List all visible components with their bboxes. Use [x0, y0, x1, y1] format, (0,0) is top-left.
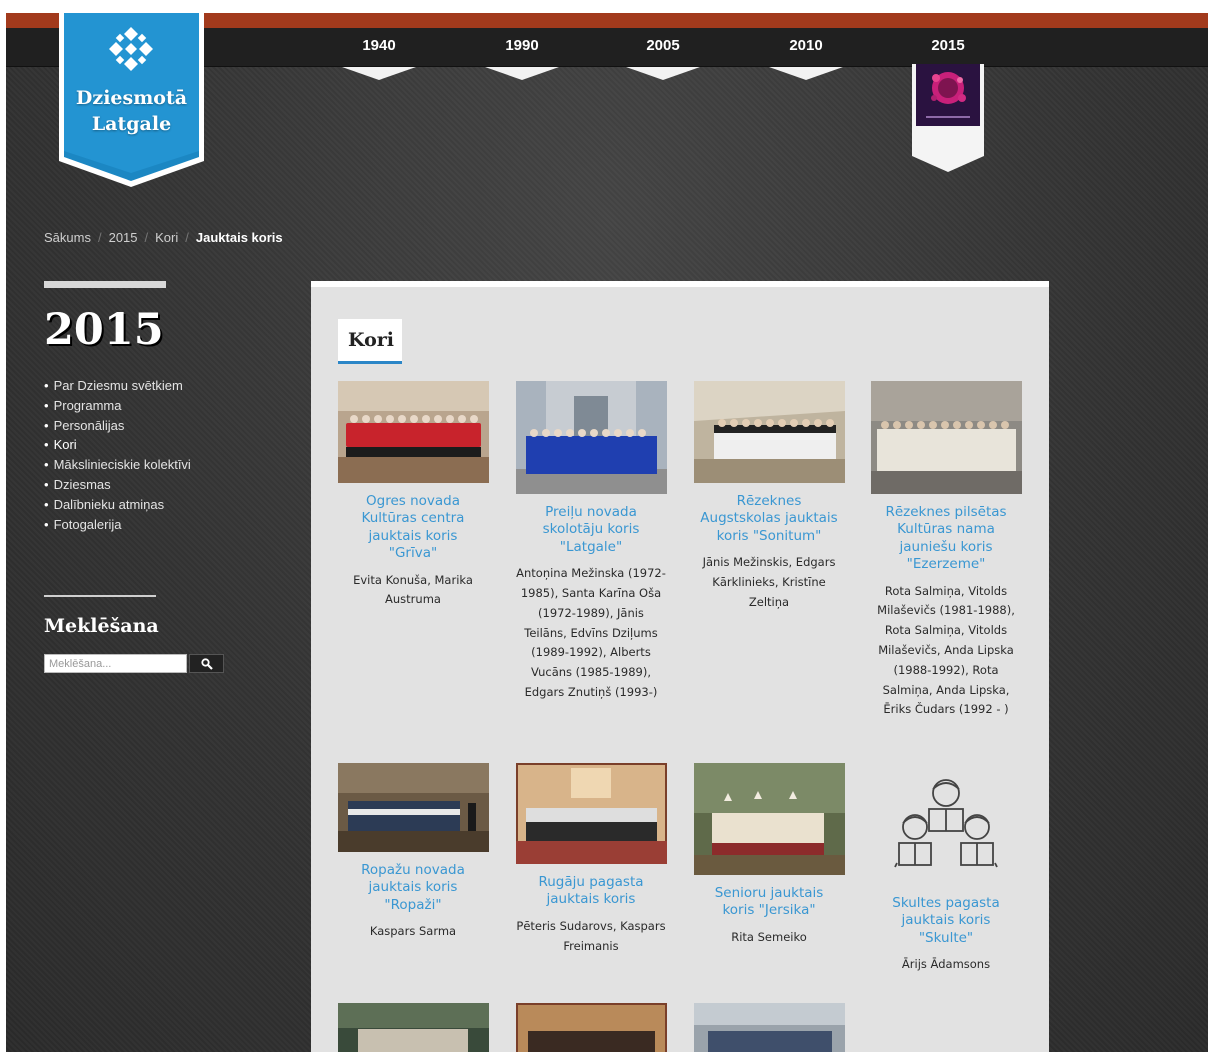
search-title: Meklēšana [44, 615, 159, 637]
choir-photo-church[interactable] [515, 763, 667, 864]
choir-title[interactable]: Rēzeknes Augstskolas jauktais koris "Son… [692, 493, 846, 545]
breadcrumb-separator: / [97, 230, 102, 245]
sidebar-item-dziesmas[interactable]: Dziesmas [44, 475, 191, 495]
choir-conductors: Evita Konuša, Marika Austruma [353, 572, 473, 607]
choir-card[interactable]: Preiļu novada skolotāju koris "Latgale" … [514, 381, 668, 703]
year-flag-icon [485, 67, 559, 80]
choir-photo-hall[interactable] [693, 381, 845, 483]
choir-card[interactable]: Skultes pagasta jauktais koris "Skulte" … [869, 763, 1023, 975]
year-label[interactable]: 2005 [623, 37, 703, 54]
choir-card[interactable] [692, 1003, 846, 1052]
choir-card[interactable] [514, 1003, 668, 1052]
breadcrumb-link-home[interactable]: Sākums [44, 230, 91, 245]
sidebar-item-programma[interactable]: Programma [44, 396, 191, 416]
year-label[interactable]: 1990 [482, 37, 562, 54]
choir-card[interactable]: Senioru jauktais koris "Jersika" Rita Se… [692, 763, 846, 948]
sidebar-item-kori[interactable]: Kori [44, 435, 191, 455]
year-flag-icon [342, 67, 416, 80]
logo-title-line2: Latgale [91, 113, 172, 135]
year-label[interactable]: 2010 [766, 37, 846, 54]
choir-title[interactable]: Ropažu novada jauktais koris "Ropaži" [336, 862, 490, 914]
choir-conductors: Kaspars Sarma [369, 924, 457, 939]
year-flag-icon [769, 67, 843, 80]
page-title: Kori [338, 319, 402, 364]
year-link-2010[interactable]: 2010 [766, 37, 846, 80]
sidebar-menu: Par Dziesmu svētkiem Programma Personāli… [44, 376, 191, 534]
year-link-1940[interactable]: 1940 [339, 37, 419, 80]
choir-title[interactable]: Preiļu novada skolotāju koris "Latgale" [514, 504, 668, 556]
choir-card[interactable]: Rēzeknes pilsētas Kultūras nama jauniešu… [869, 381, 1023, 720]
choir-placeholder-icon[interactable] [870, 763, 1022, 885]
breadcrumb-current: Jauktais koris [195, 230, 283, 245]
breadcrumb-separator: / [185, 230, 189, 245]
choir-photo-row3-2[interactable] [515, 1003, 667, 1052]
choir-conductors: Rita Semeiko [731, 929, 807, 944]
sidebar-item-personalijas[interactable]: Personālijas [44, 416, 191, 436]
search-button[interactable] [189, 654, 224, 673]
choir-photo-folk[interactable] [870, 381, 1022, 494]
choir-photo-row3-1[interactable] [337, 1003, 489, 1052]
year-link-1990[interactable]: 1990 [482, 37, 562, 80]
year-link-2015-active[interactable]: 2015 [908, 37, 988, 172]
breadcrumb-link-kori[interactable]: Kori [155, 230, 178, 245]
choir-card[interactable]: Rugāju pagasta jauktais koris Pēteris Su… [514, 763, 668, 956]
page: 1940 1990 2005 2010 2015 Dziesmotā Latga… [6, 13, 1208, 1052]
year-label[interactable]: 1940 [339, 37, 419, 54]
site-logo[interactable]: Dziesmotā Latgale [59, 13, 204, 188]
choir-title[interactable]: Ogres novada Kultūras centra jauktais ko… [336, 493, 490, 563]
choir-photo-outdoor[interactable] [693, 763, 845, 875]
sidebar-year-title: 2015 [44, 305, 164, 355]
choir-photo-blue[interactable] [515, 381, 667, 494]
choir-title[interactable]: Senioru jauktais koris "Jersika" [692, 885, 846, 920]
choir-conductors: Pēteris Sudarovs, Kaspars Freimanis [516, 918, 666, 953]
choir-photo-stage[interactable] [337, 763, 489, 852]
year-flag-icon [626, 67, 700, 80]
breadcrumb-link-year[interactable]: 2015 [109, 230, 138, 245]
breadcrumb-separator: / [144, 230, 149, 245]
choir-title[interactable]: Rugāju pagasta jauktais koris [514, 874, 668, 909]
search-input[interactable] [44, 654, 187, 673]
festival-poster-badge-icon [912, 64, 984, 172]
sidebar-rule [44, 281, 166, 288]
search-icon [200, 657, 213, 670]
choir-photo-red[interactable] [337, 381, 489, 483]
choir-card[interactable] [336, 1003, 490, 1052]
search-rule [44, 595, 156, 597]
logo-title-line1: Dziesmotā [75, 87, 188, 109]
choir-card[interactable]: Rēzeknes Augstskolas jauktais koris "Son… [692, 381, 846, 613]
choir-photo-row3-3[interactable] [693, 1003, 845, 1052]
sidebar-item-makslinieciskie-kolektivi[interactable]: Mākslinieciskie kolektīvi [44, 455, 191, 475]
choir-conductors: Ārijs Ādamsons [901, 957, 991, 972]
choir-title[interactable]: Rēzeknes pilsētas Kultūras nama jauniešu… [869, 504, 1023, 574]
sidebar-item-par-dziesmu-svetkiem[interactable]: Par Dziesmu svētkiem [44, 376, 191, 396]
sidebar-item-dalibnieku-atminas[interactable]: Dalībnieku atmiņas [44, 495, 191, 515]
choir-conductors: Antoņina Mežinska (1972-1985), Santa Kar… [516, 566, 666, 699]
year-label[interactable]: 2015 [908, 37, 988, 54]
choir-title[interactable]: Skultes pagasta jauktais koris "Skulte" [869, 895, 1023, 947]
breadcrumb: Sākums / 2015 / Kori / Jauktais koris [44, 230, 283, 245]
choir-card[interactable]: Ogres novada Kultūras centra jauktais ko… [336, 381, 490, 610]
choir-conductors: Rota Salmiņa, Vitolds Milaševičs (1981-1… [877, 583, 1015, 717]
main-content: Kori Ogres novada Kultūras centra jaukta… [311, 281, 1049, 1052]
choir-card[interactable]: Ropažu novada jauktais koris "Ropaži" Ka… [336, 763, 490, 942]
year-link-2005[interactable]: 2005 [623, 37, 703, 80]
choir-conductors: Jānis Mežinskis, Edgars Kārklinieks, Kri… [702, 555, 836, 609]
logo-title: Dziesmotā Latgale [59, 85, 204, 137]
sidebar-item-fotogalerija[interactable]: Fotogalerija [44, 515, 191, 535]
